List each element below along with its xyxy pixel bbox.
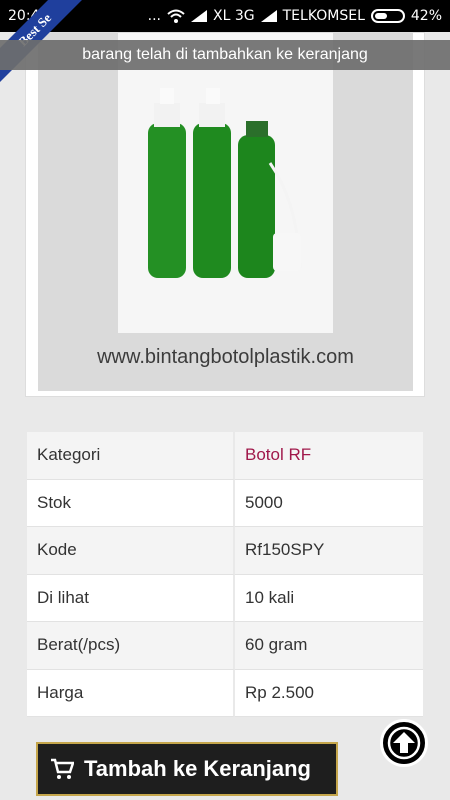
carrier-telkomsel: TELKOMSEL bbox=[282, 8, 365, 24]
status-dots: ... bbox=[147, 8, 162, 24]
table-row: Harga Rp 2.500 bbox=[27, 669, 423, 717]
detail-value: Rf150SPY bbox=[235, 527, 423, 575]
product-image-card: www.bintangbotolplastik.com bbox=[25, 32, 425, 397]
detail-label: Kode bbox=[27, 527, 235, 575]
product-photo[interactable]: www.bintangbotolplastik.com bbox=[38, 33, 413, 391]
detail-value: 5000 bbox=[235, 479, 423, 527]
wifi-icon bbox=[167, 9, 185, 23]
toast-message: barang telah di tambahkan ke keranjang bbox=[0, 40, 450, 70]
detail-label: Kategori bbox=[27, 432, 235, 480]
battery-icon bbox=[370, 9, 405, 23]
product-page: www.bintangbotolplastik.com Kategori Bot… bbox=[0, 32, 450, 800]
category-link[interactable]: Botol RF bbox=[235, 432, 423, 480]
signal-icon bbox=[260, 10, 277, 22]
add-to-cart-button[interactable]: Tambah ke Keranjang bbox=[36, 742, 338, 796]
bottles-image bbox=[38, 33, 413, 391]
detail-label: Stok bbox=[27, 479, 235, 527]
status-icons: ... XL 3G TELKOMSEL 42% bbox=[148, 8, 442, 24]
price-value: Rp 2.500 bbox=[235, 669, 423, 717]
table-row: Berat(/pcs) 60 gram bbox=[27, 622, 423, 670]
table-row: Di lihat 10 kali bbox=[27, 574, 423, 622]
table-row: Kategori Botol RF bbox=[27, 432, 423, 480]
battery-percent: 42% bbox=[410, 8, 442, 24]
scroll-top-button[interactable] bbox=[380, 719, 428, 767]
table-row: Stok 5000 bbox=[27, 479, 423, 527]
detail-value: 10 kali bbox=[235, 574, 423, 622]
arrow-up-circle-icon bbox=[387, 726, 421, 760]
detail-label: Harga bbox=[27, 669, 235, 717]
detail-label: Di lihat bbox=[27, 574, 235, 622]
signal-icon bbox=[191, 10, 208, 22]
table-row: Kode Rf150SPY bbox=[27, 527, 423, 575]
carrier-xl: XL 3G bbox=[213, 8, 255, 24]
cart-icon bbox=[51, 758, 74, 779]
add-to-cart-label: Tambah ke Keranjang bbox=[84, 756, 311, 781]
detail-label: Berat(/pcs) bbox=[27, 622, 235, 670]
detail-value: 60 gram bbox=[235, 622, 423, 670]
image-watermark: www.bintangbotolplastik.com bbox=[97, 346, 354, 368]
product-details-table: Kategori Botol RF Stok 5000 Kode Rf150SP… bbox=[27, 432, 423, 717]
